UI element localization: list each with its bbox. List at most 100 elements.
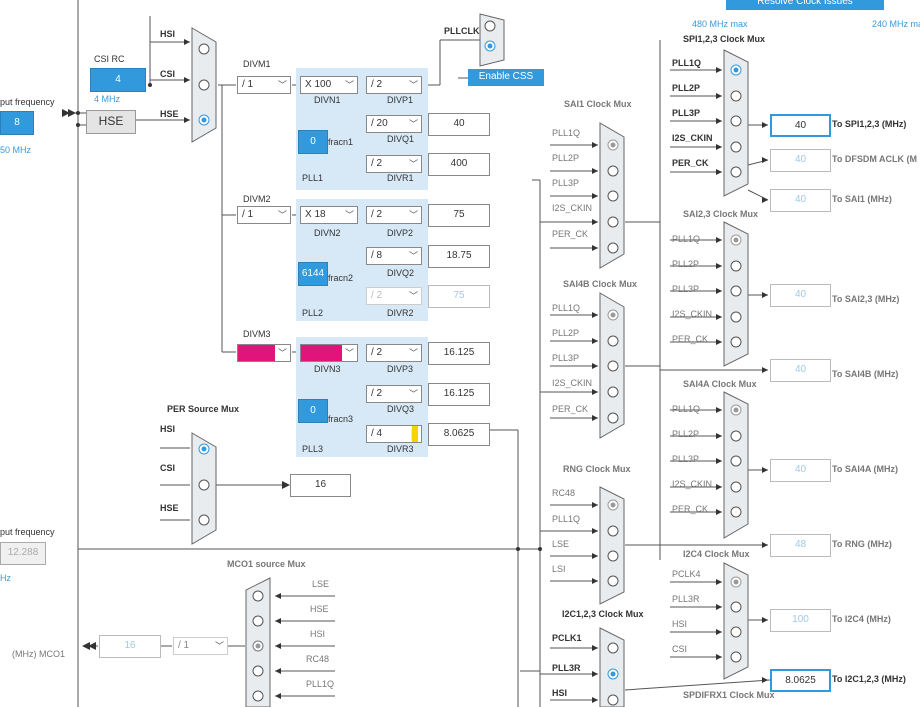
divm1-select[interactable]: / 1 ﹀ [237,76,291,94]
pll-src-csi-label: CSI [160,69,176,79]
divp2-select[interactable]: / 2 ﹀ [366,206,422,224]
sai1-output: 40 [770,189,831,212]
divp3-select[interactable]: / 2 ﹀ [366,344,422,362]
divr2-output: 75 [428,285,490,308]
sai4b-in-0: PLL1Q [552,303,581,313]
sai4b-in-2: PLL3P [552,353,580,363]
sai4a-in-0: PLL1Q [672,404,701,414]
sai4a-output-label: To SAI4A (MHz) [832,464,898,474]
spi123-in-4: PER_CK [672,158,709,168]
mco1-input-pll1q: PLL1Q [306,679,335,689]
divr3-select[interactable]: / 4 ▌ [366,425,422,443]
spi123-output-label: To SPI1,2,3 (MHz) [832,119,907,129]
spdifrx1-mux-title: SPDIFRX1 Clock Mux [683,690,775,700]
sai4b-in-1: PLL2P [552,328,580,338]
i2c123-in-0: PCLK1 [552,633,582,643]
hse-oscillator-block: HSE [86,110,136,134]
divm3-select-error[interactable]: ﹀ [237,344,291,362]
divq1-output: 40 [428,113,490,136]
sai23-output-label: To SAI2,3 (MHz) [832,294,900,304]
csi-rc-label: CSI RC [94,54,125,64]
divq1-select[interactable]: / 20 ﹀ [366,115,422,133]
divq1-label: DIVQ1 [387,134,415,144]
sai4a-mux-title: SAI4A Clock Mux [683,379,757,389]
divn2-select[interactable]: X 18 ﹀ [300,206,358,224]
rng-output: 48 [770,534,831,557]
input-frequency-label-2: put frequency [0,527,55,537]
spi123-mux-title: SPI1,2,3 Clock Mux [683,34,766,44]
dfsdm-aclk-output-label: To DFSDM ACLK (M [832,154,917,164]
fracn2-input[interactable]: 6144 [298,262,328,286]
sai1-in-0: PLL1Q [552,128,581,138]
sai1-mux-title: SAI1 Clock Mux [564,99,632,109]
sai23-in-3: I2S_CKIN [672,309,713,319]
per-mux-title: PER Source Mux [167,404,240,414]
divp3-label: DIVP3 [387,364,414,374]
rng-mux-title: RNG Clock Mux [563,464,631,474]
mco1-output: 16 [99,635,161,658]
fracn3-label: fracn3 [328,414,354,424]
spi123-in-3: I2S_CKIN [672,133,713,143]
sai23-in-0: PLL1Q [672,234,701,244]
pll-src-hsi-label: HSI [160,29,176,39]
enable-css-button[interactable]: Enable CSS [468,69,544,86]
divn3-select-error[interactable]: ﹀ [300,344,358,362]
divp2-label: DIVP2 [387,228,414,238]
divm1-label: DIVM1 [243,59,271,69]
i2c4-mux-title: I2C4 Clock Mux [683,549,750,559]
sai1-in-1: PLL2P [552,153,580,163]
fracn3-input[interactable]: 0 [298,399,328,423]
sai1-in-3: I2S_CKIN [552,203,593,213]
divn1-select[interactable]: X 100 ﹀ [300,76,358,94]
sai4a-in-2: PLL3P [672,454,700,464]
i2c123-in-2: HSI [552,688,568,698]
divr1-select[interactable]: / 2 ﹀ [366,155,422,173]
divm2-select[interactable]: / 1 ﹀ [237,206,291,224]
divn3-label: DIVN3 [314,364,341,374]
sai4a-in-1: PLL2P [672,429,700,439]
i2c123-output: 8.0625 [770,669,831,692]
divq2-label: DIVQ2 [387,268,415,278]
divp3-output: 16.125 [428,342,490,365]
hse-range-label: 50 MHz [0,145,32,155]
mco1-input-hse: HSE [310,604,329,614]
divr2-select[interactable]: / 2 ﹀ [366,287,422,305]
divq3-output: 16.125 [428,383,490,406]
divn2-label: DIVN2 [314,228,341,238]
fracn1-label: fracn1 [328,137,354,147]
i2c123-output-label: To I2C1,2,3 (MHz) [832,674,906,684]
i2c4-in-0: PCLK4 [672,569,701,579]
spi123-in-2: PLL3P [672,108,701,118]
sai4a-in-3: I2S_CKIN [672,479,713,489]
i2c123-mux-title: I2C1,2,3 Clock Mux [562,609,644,619]
sai4a-in-4: PER_CK [672,504,709,514]
rng-in-1: PLL1Q [552,514,581,524]
fracn1-input[interactable]: 0 [298,130,328,154]
i2s-ckin-frequency-input[interactable]: 12.288 [0,542,46,565]
i2c4-in-1: PLL3R [672,594,700,604]
mco1-input-lse: LSE [312,579,330,589]
mco1-divider-select[interactable]: / 1 ﹀ [173,637,228,655]
hse-frequency-input[interactable]: 8 [0,111,34,135]
divr2-label: DIVR2 [387,308,414,318]
rng-output-label: To RNG (MHz) [832,539,892,549]
divn1-label: DIVN1 [314,95,341,105]
divq3-select[interactable]: / 2 ﹀ [366,385,422,403]
sai4b-in-4: PER_CK [552,404,589,414]
mco1-label: (MHz) MCO1 [12,649,65,659]
per-hsi-label: HSI [160,424,176,434]
i2c4-in-2: HSI [672,619,688,629]
sai1-in-4: PER_CK [552,229,589,239]
divp2-output: 75 [428,204,490,227]
resolve-clock-issues-button[interactable]: Resolve Clock Issues [726,0,884,10]
divr1-label: DIVR1 [387,173,414,183]
i2c4-output-label: To I2C4 (MHz) [832,614,891,624]
per-ck-output: 16 [290,474,351,497]
divp1-select[interactable]: / 2 ﹀ [366,76,422,94]
rng-in-2: LSE [552,539,570,549]
spi123-in-1: PLL2P [672,83,701,93]
rng-in-3: LSI [552,564,566,574]
sai4b-in-3: I2S_CKIN [552,378,593,388]
divm3-label: DIVM3 [243,329,271,339]
divq2-select[interactable]: / 8 ﹀ [366,247,422,265]
